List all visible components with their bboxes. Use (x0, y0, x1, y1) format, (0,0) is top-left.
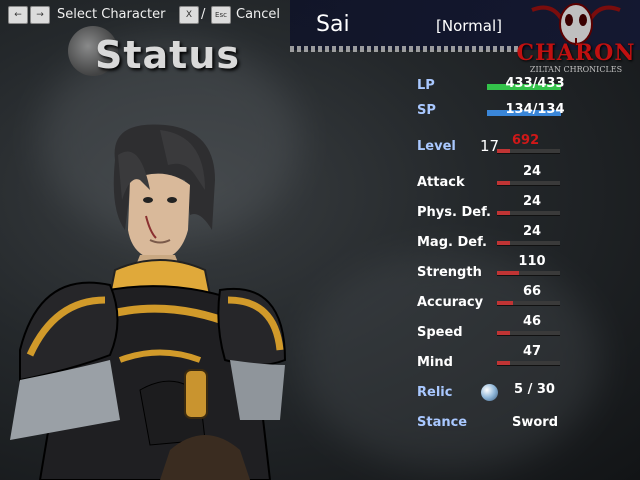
stat-value: 24 (522, 194, 542, 209)
stat-value: 110 (518, 254, 546, 269)
character-name: Sai (316, 12, 350, 37)
stat-label: Mag. Def. (417, 235, 487, 250)
stat-bar-fill (497, 241, 510, 245)
slash-separator: / (201, 7, 206, 22)
exp-value: 692 (512, 133, 540, 148)
stat-bar-fill (497, 271, 520, 275)
x-key-icon: X (179, 6, 199, 24)
level-label: Level (417, 139, 456, 154)
right-arrow-key-icon: → (30, 6, 50, 24)
stat-bar (497, 361, 560, 366)
stat-bar-fill (497, 331, 510, 335)
character-state: [Normal] (436, 17, 502, 35)
stat-value: 24 (522, 224, 542, 239)
esc-key-icon: Esc (211, 6, 231, 24)
left-arrow-key-icon: ← (8, 6, 28, 24)
stance-value: Sword (512, 415, 559, 430)
logo-title: CHARON (516, 40, 636, 66)
stat-label: Mind (417, 355, 453, 370)
exp-bar (497, 149, 560, 154)
relic-value: 5 / 30 (514, 382, 555, 397)
sp-label: SP (417, 103, 436, 118)
stat-label: Speed (417, 325, 463, 340)
stat-label: Accuracy (417, 295, 484, 310)
game-logo: CHARON ZILTAN CHRONICLES (512, 0, 640, 78)
stat-label: Phys. Def. (417, 205, 491, 220)
character-portrait (10, 124, 287, 480)
stat-bar (497, 211, 560, 216)
stat-value: 46 (522, 314, 542, 329)
stance-label: Stance (417, 415, 468, 430)
exp-bar-fill (497, 149, 510, 153)
stat-bar (497, 301, 560, 306)
logo-subtitle: ZILTAN CHRONICLES (529, 65, 623, 74)
screen-title: Status (95, 33, 241, 77)
stat-bar (497, 241, 560, 246)
lp-value: 433/433 (505, 76, 565, 91)
stat-label: Strength (417, 265, 482, 280)
stat-bar-fill (497, 301, 513, 305)
select-character-hint: Select Character (57, 7, 166, 22)
stat-bar (497, 271, 560, 276)
relic-label: Relic (417, 385, 453, 400)
stat-bar-fill (497, 181, 510, 185)
stat-bar (497, 331, 560, 336)
stat-value: 66 (522, 284, 542, 299)
stat-value: 47 (522, 344, 542, 359)
sp-value: 134/134 (505, 102, 565, 117)
stat-bar-fill (497, 211, 510, 215)
lp-label: LP (417, 78, 435, 93)
stat-bar-fill (497, 361, 510, 365)
stat-label: Attack (417, 175, 465, 190)
stat-bar (497, 181, 560, 186)
cancel-hint: Cancel (236, 7, 281, 22)
stat-value: 24 (522, 164, 542, 179)
chain-divider (290, 46, 520, 52)
relic-orb-icon (481, 384, 498, 401)
